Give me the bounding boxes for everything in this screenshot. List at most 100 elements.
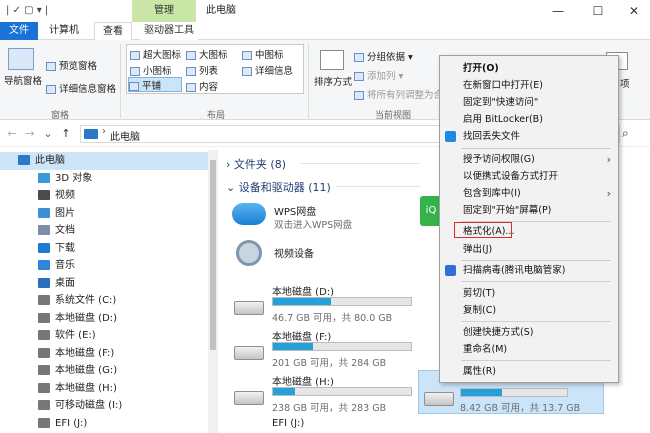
tiles-icon — [129, 82, 139, 91]
nav-item[interactable]: 下载 — [0, 240, 208, 258]
add-column-button[interactable]: 添加列 ▾ — [354, 68, 403, 82]
drive-label[interactable]: 本地磁盘 (F:) — [272, 328, 331, 343]
nav-item-label: 本地磁盘 (D:) — [55, 312, 118, 324]
nav-item-label: 3D 对象 — [55, 172, 93, 184]
layout-list[interactable]: 列表 — [186, 63, 218, 77]
back-button[interactable]: ← — [4, 125, 20, 143]
menu-open-new-window[interactable]: 在新窗口中打开(E) — [439, 77, 617, 94]
close-button[interactable]: ✕ — [616, 0, 650, 22]
devices-header[interactable]: ⌄ 设备和驱动器 (11) — [226, 179, 331, 195]
nav-item[interactable]: 此电脑 — [0, 152, 208, 170]
layout-tiles[interactable]: 平铺 — [128, 77, 182, 92]
sort-by-button[interactable]: 排序方式 — [314, 74, 352, 88]
nav-scrollbar-thumb[interactable] — [210, 160, 216, 350]
nav-item-label: 下载 — [55, 242, 75, 254]
sort-by-icon[interactable] — [320, 50, 344, 70]
layout-details[interactable]: 详细信息 — [242, 63, 293, 77]
nav-item-label: 软件 (E:) — [55, 330, 96, 341]
layout-content[interactable]: 内容 — [186, 79, 218, 93]
tab-view[interactable]: 查看 — [94, 22, 132, 41]
submenu-arrow-icon: › — [606, 153, 611, 166]
folder-icon — [38, 242, 50, 253]
fit-columns-button[interactable]: 将所有列调整为合 — [354, 87, 443, 101]
add-column-icon — [354, 72, 364, 81]
menu-rename[interactable]: 重命名(M) — [439, 341, 617, 358]
group-by-button[interactable]: 分组依据 ▾ — [354, 49, 413, 63]
nav-item[interactable]: 可移动磁盘 (I:) — [0, 397, 208, 415]
layout-small-icons[interactable]: 小图标 — [130, 63, 172, 77]
tab-file[interactable]: 文件 — [0, 22, 38, 40]
up-button[interactable]: ↑ — [58, 125, 74, 143]
drive-usage-bar — [272, 387, 412, 396]
drive-icon — [234, 346, 264, 360]
nav-item[interactable]: 软件 (E:) — [0, 327, 208, 345]
layout-large-icons[interactable]: 大图标 — [186, 47, 228, 61]
recent-locations-button[interactable]: ⌄ — [40, 125, 56, 143]
nav-item[interactable]: 本地磁盘 (G:) — [0, 362, 208, 380]
drive-icon — [38, 330, 50, 340]
drive-label[interactable]: 本地磁盘 (H:) — [272, 373, 334, 388]
chevron-right-icon: › — [226, 158, 231, 171]
folder-icon — [38, 225, 50, 235]
forward-button[interactable]: → — [22, 125, 38, 143]
menu-properties[interactable]: 属性(R) — [439, 363, 617, 380]
details-icon — [242, 67, 252, 76]
menu-find-lost-files[interactable]: 找回丢失文件 — [439, 128, 617, 145]
folders-header[interactable]: › 文件夹 (8) — [226, 156, 286, 172]
menu-cut[interactable]: 剪切(T) — [439, 285, 617, 302]
menu-bitlocker[interactable]: 启用 BitLocker(B) — [439, 111, 617, 128]
wps-drive-title[interactable]: WPS网盘 — [274, 203, 316, 218]
menu-open[interactable]: 打开(O) — [439, 60, 617, 77]
nav-item[interactable]: 文档 — [0, 222, 208, 240]
search-icon[interactable]: ⌕ — [622, 126, 629, 141]
nav-item[interactable]: 图片 — [0, 205, 208, 223]
menu-separator — [461, 148, 611, 149]
drive-label[interactable]: 本地磁盘 (D:) — [272, 283, 334, 298]
nav-item[interactable]: 视频 — [0, 187, 208, 205]
manage-context-tab[interactable]: 管理 — [132, 0, 196, 22]
drive-label[interactable]: EFI (J:) — [272, 418, 304, 429]
nav-item[interactable]: 系统文件 (C:) — [0, 292, 208, 310]
nav-item-label: 视频 — [55, 190, 75, 201]
video-device-label[interactable]: 视频设备 — [274, 245, 314, 260]
menu-eject[interactable]: 弹出(J) — [439, 241, 617, 258]
quick-access-toolbar[interactable]: | ✓ ▢ ▾ | — [6, 5, 48, 16]
folder-icon — [38, 260, 50, 270]
group-by-icon — [354, 53, 364, 62]
nav-item-label: 文档 — [55, 225, 75, 236]
nav-pane-button[interactable]: 导航窗格 — [4, 73, 42, 87]
group-label-current-view: 当前视图 — [374, 111, 411, 121]
drive-subtitle: 46.7 GB 可用，共 80.0 GB — [272, 313, 393, 324]
tab-computer[interactable]: 计算机 — [46, 22, 82, 40]
nav-item[interactable]: EFI (J:) — [0, 415, 208, 433]
layout-medium-icons[interactable]: 中图标 — [242, 47, 284, 61]
nav-item[interactable]: 3D 对象 — [0, 170, 208, 188]
preview-pane-button[interactable]: 预览窗格 — [46, 58, 97, 72]
nav-item[interactable]: 音乐 — [0, 257, 208, 275]
menu-scan-virus[interactable]: 扫描病毒(腾讯电脑管家) — [439, 262, 617, 279]
menu-include-library[interactable]: 包含到库中(I) › — [439, 185, 617, 202]
layout-xl-icons[interactable]: 超大图标 — [130, 47, 181, 61]
drive-icon — [234, 301, 264, 315]
usage-fill — [273, 343, 314, 350]
breadcrumb-path[interactable]: 此电脑 — [110, 128, 140, 143]
menu-copy[interactable]: 复制(C) — [439, 302, 617, 319]
preview-pane-icon — [46, 62, 56, 71]
minimize-button[interactable]: — — [540, 0, 576, 22]
menu-pin-quick-access[interactable]: 固定到"快速访问" — [439, 94, 617, 111]
nav-item[interactable]: 本地磁盘 (H:) — [0, 380, 208, 398]
tab-drive-tools[interactable]: 驱动器工具 — [140, 22, 198, 40]
menu-grant-access[interactable]: 授予访问权限(G) › — [439, 151, 617, 168]
details-pane-button[interactable]: 详细信息窗格 — [46, 81, 116, 95]
nav-pane-icon[interactable] — [8, 48, 34, 70]
options-button[interactable]: 项 — [620, 76, 630, 90]
nav-item[interactable]: 本地磁盘 (D:) — [0, 310, 208, 328]
nav-item[interactable]: 本地磁盘 (F:) — [0, 345, 208, 363]
small-icons-icon — [130, 67, 140, 76]
maximize-button[interactable]: ☐ — [580, 0, 616, 22]
nav-item[interactable]: 桌面 — [0, 275, 208, 293]
nav-item-label: 可移动磁盘 (I:) — [55, 400, 123, 411]
menu-open-as-portable[interactable]: 以便携式设备方式打开 — [439, 168, 617, 185]
menu-pin-start[interactable]: 固定到"开始"屏幕(P) — [439, 202, 617, 219]
menu-create-shortcut[interactable]: 创建快捷方式(S) — [439, 324, 617, 341]
